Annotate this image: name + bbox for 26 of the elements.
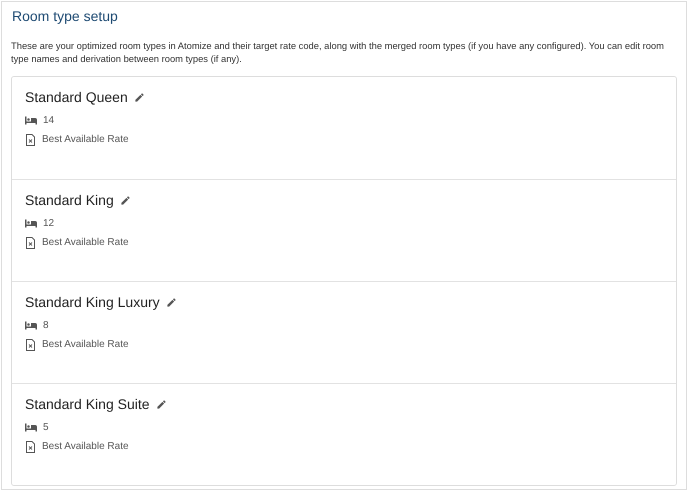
document-icon [25,440,36,452]
edit-icon[interactable] [166,296,177,308]
rate-code: Best Available Rate [42,134,129,145]
bed-icon [25,116,37,125]
bed-icon [25,423,37,432]
edit-icon[interactable] [120,194,131,206]
room-count: 14 [43,115,54,126]
description: These are your optimized room types in Atomize and their target rate code, along with the merged room types (if you have any configured). You can edit room type names and derivation between room types (if any). [11,39,665,65]
room-count: 5 [43,422,49,433]
room-count: 12 [43,218,54,229]
rate-code: Best Available Rate [42,339,129,350]
document-icon [25,338,36,350]
rate-code: Best Available Rate [42,441,129,452]
room-name: Standard King Suite [25,396,150,412]
bed-icon [25,219,37,228]
document-icon [25,134,36,146]
room-name: Standard King [25,192,114,208]
bed-icon [25,321,37,330]
document-icon [25,236,36,248]
edit-icon[interactable] [156,398,167,410]
edit-icon[interactable] [134,92,145,102]
page-title: Room type setup [12,7,119,26]
room-count: 8 [43,320,49,331]
room-name: Standard King Luxury [25,294,160,310]
room-name: Standard Queen [25,89,128,105]
rate-code: Best Available Rate [42,237,129,248]
